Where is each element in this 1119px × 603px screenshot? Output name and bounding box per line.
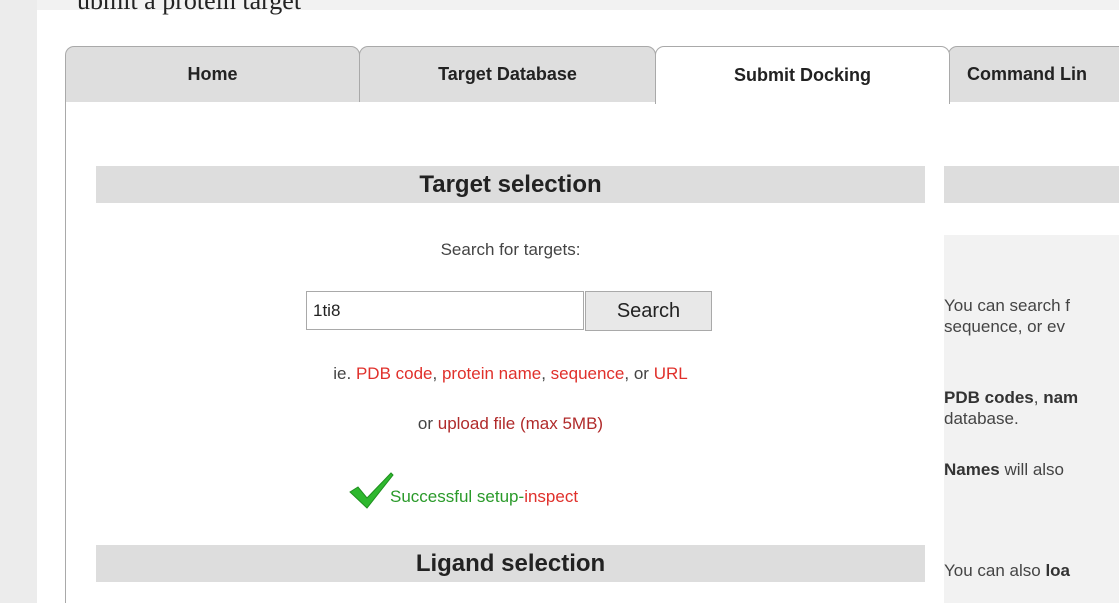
hint-sep-2: , <box>541 364 551 383</box>
tab-command-line-label: Command Lin <box>967 64 1087 84</box>
ligand-selection-header: Ligand selection <box>96 545 925 582</box>
right-text-pdb: PDB codes, nam database. <box>944 387 1119 429</box>
names-label-bold: Names <box>944 460 1000 479</box>
inspect-link[interactable]: inspect <box>524 487 578 507</box>
upload-size-note: (max 5MB) <box>515 414 604 433</box>
right-header-bar <box>944 166 1119 203</box>
upload-prefix: or <box>417 414 438 433</box>
names-rest: will also <box>999 460 1065 479</box>
success-text: Successful setup <box>390 487 519 506</box>
url-link[interactable]: URL <box>654 364 688 383</box>
hint-sep-3: , or <box>624 364 654 383</box>
top-strip: ubmit a protein target <box>37 0 1119 15</box>
hint-prefix: ie. <box>333 364 356 383</box>
upload-line: or upload file (max 5MB) <box>96 414 925 434</box>
right-text-search-line1: You can search f <box>944 296 1071 315</box>
setup-status: Successful setup - inspect <box>348 470 578 510</box>
sequence-link[interactable]: sequence <box>551 364 625 383</box>
protein-name-link[interactable]: protein name <box>442 364 541 383</box>
target-selection-header: Target selection <box>96 166 925 203</box>
hint-sep-1: , <box>432 364 442 383</box>
target-selection-title: Target selection <box>419 170 602 198</box>
pdb-sep: , <box>1033 388 1044 407</box>
tab-home[interactable]: Home <box>65 46 360 102</box>
pdb-codes-bold: PDB codes <box>944 388 1034 407</box>
tab-target-database-label: Target Database <box>438 64 577 84</box>
target-search-input[interactable] <box>306 291 584 330</box>
right-text-pdb-line1: PDB codes, nam <box>944 387 1119 408</box>
right-text-search: You can search f sequence, or ev <box>944 295 1119 337</box>
page-top-text: ubmit a protein target <box>77 0 302 15</box>
pdb-code-link[interactable]: PDB code <box>356 364 433 383</box>
tab-submit-docking-label: Submit Docking <box>733 65 871 85</box>
search-button[interactable]: Search <box>585 291 712 331</box>
tab-home-label: Home <box>187 64 238 84</box>
upload-file-link[interactable]: upload file <box>438 414 516 433</box>
load-bold: loa <box>1045 561 1071 580</box>
right-text-names: Names will also <box>944 459 1119 480</box>
tab-command-line[interactable]: Command Lin <box>948 46 1119 102</box>
load-text: You can also <box>944 561 1046 580</box>
ligand-selection-title: Ligand selection <box>415 549 606 577</box>
checkmark-icon <box>349 472 394 509</box>
names-bold: nam <box>1043 388 1079 407</box>
left-rail <box>0 0 37 603</box>
right-text-search-line2: sequence, or ev <box>944 317 1065 336</box>
search-hint: ie. PDB code, protein name, sequence, or… <box>96 364 925 384</box>
tab-target-database[interactable]: Target Database <box>359 46 656 102</box>
search-label: Search for targets: <box>440 240 581 259</box>
tab-submit-docking[interactable]: Submit Docking <box>655 46 950 104</box>
right-text-pdb-line2: database. <box>944 409 1019 428</box>
right-text-load: You can also loa <box>944 560 1119 581</box>
